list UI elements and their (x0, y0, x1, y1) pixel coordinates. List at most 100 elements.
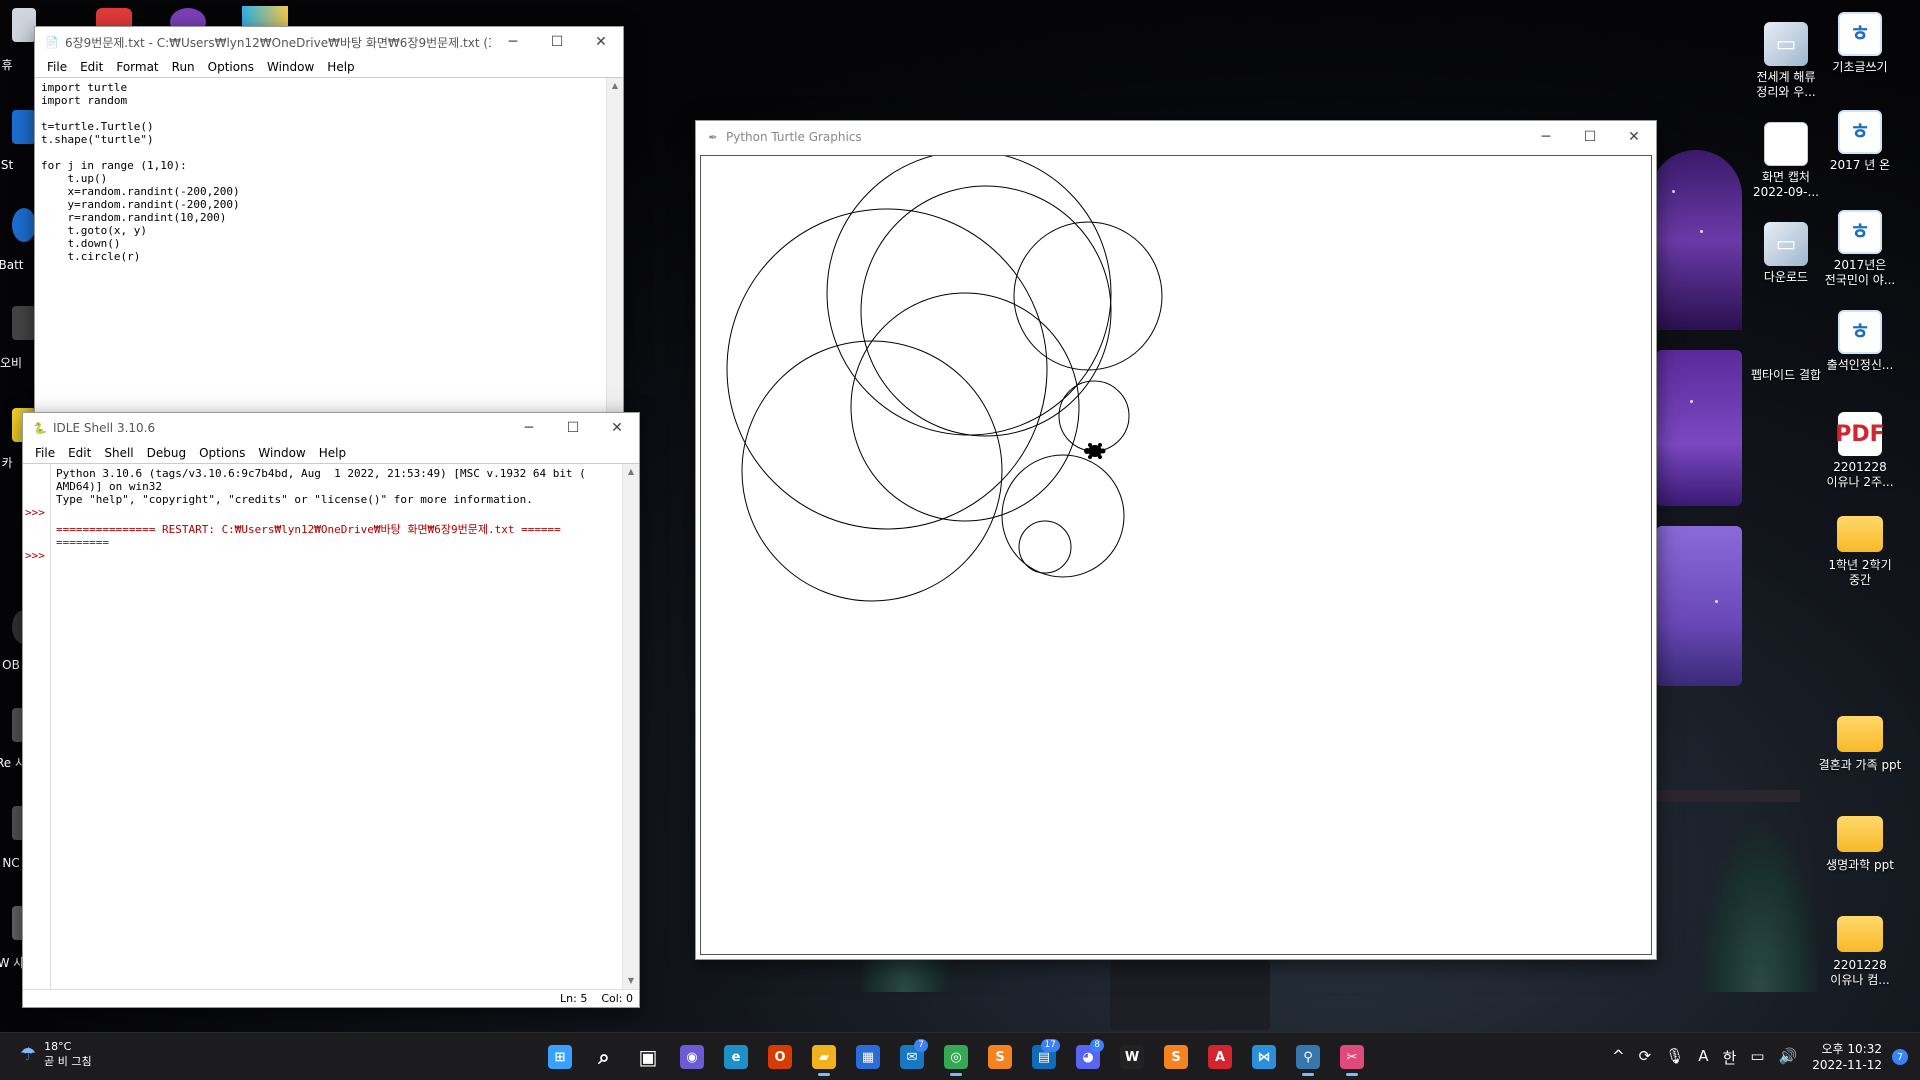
idle-shell-window[interactable]: 🐍 IDLE Shell 3.10.6 ─ ☐ ✕ File Edit Shell D… (22, 412, 640, 1008)
desktop-shortcut-icon[interactable] (12, 110, 36, 144)
minimize-button[interactable]: ─ (1524, 122, 1568, 152)
maximize-button[interactable]: ☐ (551, 413, 595, 443)
desktop-icon[interactable]: ▭ 다운로드 (1744, 222, 1828, 285)
maximize-button[interactable]: ☐ (535, 27, 579, 57)
edge-icon: e (724, 1045, 748, 1069)
close-button[interactable]: ✕ (1612, 122, 1656, 152)
turtle-titlebar[interactable]: ✒ Python Turtle Graphics ─ ☐ ✕ (696, 121, 1656, 153)
taskbar-mail-button[interactable]: ✉ 7 (892, 1037, 932, 1077)
menu-item[interactable]: Window (252, 446, 312, 460)
desktop-icon[interactable]: 펩타이드 결합 (1744, 320, 1828, 383)
editor-text-area[interactable]: import turtle import random t=turtle.Turtl… (35, 77, 623, 415)
menu-item[interactable]: Debug (141, 446, 193, 460)
tray-icons: ^ ⟳ 🎙 A 한 ▭ 🔊 (1605, 1047, 1804, 1068)
menu-item[interactable]: Window (261, 60, 321, 74)
desktop-icon[interactable]: 1학년 2학기 중간 (1818, 510, 1902, 588)
shell-scrollbar[interactable]: ▲ ▼ (622, 464, 639, 989)
turtle-graphics-window[interactable]: ✒ Python Turtle Graphics ─ ☐ ✕ (695, 120, 1657, 960)
taskbar-start-button[interactable]: ⊞ (540, 1037, 580, 1077)
tray-icon[interactable]: ^ (1605, 1047, 1632, 1068)
column-number: Col: 0 (601, 992, 633, 1005)
minimize-button[interactable]: ─ (491, 27, 535, 57)
close-button[interactable]: ✕ (579, 27, 623, 57)
weather-desc: 곧 비 그침 (44, 1055, 92, 1068)
idle-editor-window[interactable]: 📄 6장9번문제.txt - C:₩Users₩lyn12₩OneDrive₩바… (34, 26, 624, 416)
desktop-icon[interactable]: ㅎ 2017 년 온 (1818, 110, 1902, 173)
tray-icon[interactable]: ⟳ (1632, 1047, 1659, 1068)
taskbar-vscode-button[interactable]: ⋈ (1244, 1037, 1284, 1077)
taskbar-discord-button[interactable]: ◕ 8 (1068, 1037, 1108, 1077)
tray-icon[interactable]: 한 (1716, 1047, 1744, 1068)
taskbar-file-explorer-button[interactable]: ▰ (804, 1037, 844, 1077)
shell-output[interactable]: Python 3.10.6 (tags/v3.10.6:9c7b4bd, Aug… (23, 467, 621, 562)
menu-item[interactable]: File (41, 60, 74, 74)
desktop-icon[interactable]: ㅎ 기초글쓰기 (1818, 12, 1902, 75)
weather-widget[interactable]: ☂ 18°C 곧 비 그침 (20, 1039, 92, 1069)
scroll-up-icon[interactable]: ▲ (607, 78, 623, 94)
menu-item[interactable]: Help (313, 446, 353, 460)
app-s2-icon: S (1164, 1045, 1188, 1069)
wallpaper-star (1690, 400, 1693, 403)
notification-badge[interactable]: 7 (1892, 1049, 1908, 1065)
editor-code[interactable]: import turtle import random t=turtle.Turtl… (35, 78, 623, 266)
taskbar-search-button[interactable]: ⌕ (584, 1037, 624, 1077)
acrobat-icon: A (1208, 1045, 1232, 1069)
recycle-bin-icon[interactable] (12, 8, 36, 42)
maximize-button[interactable]: ☐ (1568, 122, 1612, 152)
desktop-icon[interactable]: ▭ 전세계 해류 정리와 우... (1744, 22, 1828, 100)
menu-item[interactable]: Run (166, 60, 202, 74)
menu-item[interactable]: Format (110, 60, 165, 74)
desktop-icon-label: 화면 캡처 2022-09-... (1753, 170, 1819, 199)
taskbar-python-button[interactable]: ⚲ (1288, 1037, 1328, 1077)
taskbar-app-w-button[interactable]: W (1112, 1037, 1152, 1077)
menu-item[interactable]: Help (321, 60, 361, 74)
shell-text-area[interactable]: Python 3.10.6 (tags/v3.10.6:9c7b4bd, Aug… (23, 463, 639, 989)
menu-item[interactable]: File (29, 446, 62, 460)
tray-icon[interactable]: A (1691, 1047, 1715, 1068)
taskbar-task-view-button[interactable]: ▣ (628, 1037, 668, 1077)
scroll-up-icon[interactable]: ▲ (623, 464, 639, 480)
tray-icon[interactable]: 🎙 (1658, 1047, 1691, 1068)
taskbar-app-s2-button[interactable]: S (1156, 1037, 1196, 1077)
taskbar-app-s-button[interactable]: S (980, 1037, 1020, 1077)
desktop-shortcut-icon[interactable] (12, 306, 36, 340)
shell-prompt (23, 536, 51, 549)
taskbar-chrome-button[interactable]: ◎ (936, 1037, 976, 1077)
desktop-icon[interactable]: ㅎ 출석인정신... (1818, 310, 1902, 373)
desktop-icon[interactable]: 생명과학 ppt (1818, 810, 1902, 873)
taskbar-chat-button[interactable]: ◉ (672, 1037, 712, 1077)
minimize-button[interactable]: ─ (507, 413, 551, 443)
turtle-title: Python Turtle Graphics (726, 130, 862, 144)
menu-item[interactable]: Edit (62, 446, 98, 460)
menu-item[interactable]: Edit (74, 60, 110, 74)
taskbar-store-button[interactable]: ▦ (848, 1037, 888, 1077)
shell-titlebar[interactable]: 🐍 IDLE Shell 3.10.6 ─ ☐ ✕ (23, 413, 639, 443)
tray-icon[interactable]: 🔊 (1772, 1047, 1805, 1068)
desktop-icon[interactable]: ㅎ 2017년은 전국민이 야... (1818, 210, 1902, 288)
wallpaper-window-panel (1650, 150, 1742, 330)
desktop-icon[interactable]: PDF 2201228 이유나 2주... (1818, 412, 1902, 490)
scroll-down-icon[interactable]: ▼ (623, 973, 639, 989)
file-icon: ▭ (1764, 222, 1808, 266)
desktop-icon[interactable]: 결혼과 가족 ppt (1818, 710, 1902, 773)
clock[interactable]: 오후 10:32 2022-11-12 (1804, 1041, 1892, 1073)
taskbar-outlook-button[interactable]: ▤ 17 (1024, 1037, 1064, 1077)
desktop-shortcut-icon[interactable] (12, 208, 36, 242)
menu-item[interactable]: Options (193, 446, 252, 460)
taskbar-snipping-button[interactable]: ✂ (1332, 1037, 1372, 1077)
editor-titlebar[interactable]: 📄 6장9번문제.txt - C:₩Users₩lyn12₩OneDrive₩바… (35, 27, 623, 57)
close-button[interactable]: ✕ (595, 413, 639, 443)
turtle-canvas[interactable] (700, 155, 1652, 955)
desktop-icon[interactable]: 2201228 이유나 컴... (1818, 910, 1902, 988)
taskbar-edge-button[interactable]: e (716, 1037, 756, 1077)
taskbar-office-button[interactable]: O (760, 1037, 800, 1077)
menu-item[interactable]: Options (202, 60, 261, 74)
hwp-document-icon: ㅎ (1838, 310, 1882, 354)
taskbar-acrobat-button[interactable]: A (1200, 1037, 1240, 1077)
tray-icon[interactable]: ▭ (1743, 1047, 1771, 1068)
menu-item[interactable]: Shell (98, 446, 140, 460)
shell-line: Python 3.10.6 (tags/v3.10.6:9c7b4bd, Aug… (23, 467, 621, 480)
editor-scrollbar[interactable]: ▲ (606, 78, 623, 415)
desktop-icon[interactable]: 화면 캡처 2022-09-... (1744, 122, 1828, 200)
desktop-icon-label: 전세계 해류 정리와 우... (1756, 70, 1816, 99)
